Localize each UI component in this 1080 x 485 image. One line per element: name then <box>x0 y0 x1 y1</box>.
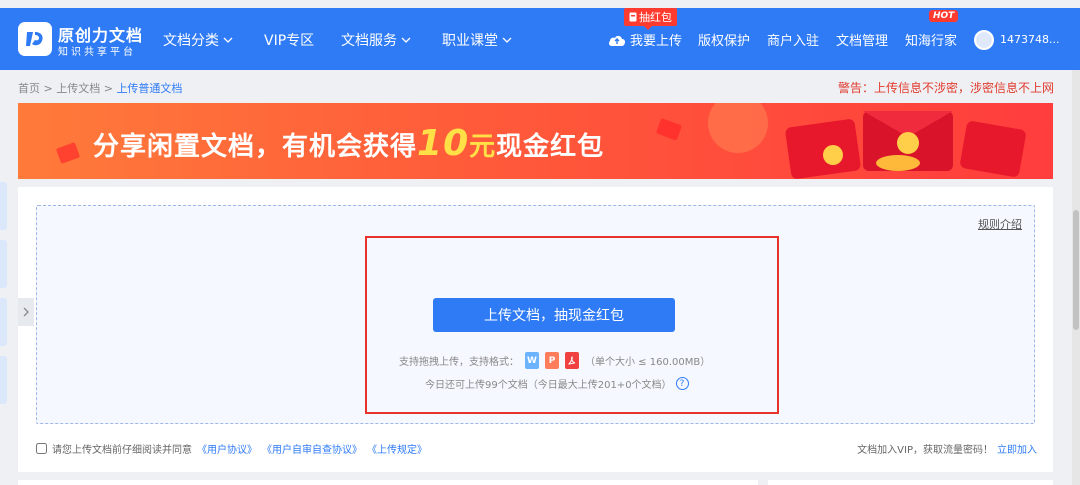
nav-label: 文档分类 <box>163 33 219 49</box>
agreement-row: 请您上传文档前仔细阅读并同意 《用户协议》 《用户自审自查协议》 《上传规定》 <box>36 441 427 456</box>
red-packet-badge: 抽红包 <box>624 8 677 30</box>
username[interactable]: 1473748... <box>1000 33 1059 46</box>
chevron-right-icon <box>23 307 29 317</box>
nav-label: 职业课堂 <box>442 33 498 49</box>
logo-icon[interactable] <box>18 22 52 56</box>
upload-nav-button[interactable]: 我要上传 <box>608 30 682 49</box>
cloud-upload-icon <box>608 35 626 46</box>
upload-document-button[interactable]: 上传文档，抽现金红包 <box>433 298 675 332</box>
nav-item-merchant[interactable]: 商户入驻 <box>767 30 819 49</box>
help-icon[interactable]: ? <box>675 377 689 390</box>
promo-banner[interactable]: 分享闲置文档，有机会获得10元现金红包 <box>18 103 1053 179</box>
side-tab[interactable] <box>0 182 7 230</box>
formats-prefix: 支持拖拽上传，支持格式： <box>399 357 519 368</box>
hot-badge: HOT <box>929 10 959 22</box>
nav-label: 版权保护 <box>698 34 751 49</box>
nav-item-doc-category[interactable]: 文档分类 <box>163 30 233 50</box>
ppt-icon: P <box>545 352 559 369</box>
nav-label: 商户入驻 <box>767 34 820 49</box>
scrollbar-thumb[interactable] <box>1073 210 1079 330</box>
banner-unit: 元 <box>469 132 497 162</box>
upload-nav-label: 我要上传 <box>630 34 683 49</box>
banner-headline: 分享闲置文档，有机会获得10元现金红包 <box>93 123 604 164</box>
nav-item-copyright[interactable]: 版权保护 <box>698 30 750 49</box>
banner-amount: 10 <box>417 123 470 164</box>
nav-item-career-class[interactable]: 职业课堂 <box>442 30 512 50</box>
red-packet-icon <box>629 12 637 22</box>
breadcrumb-current: 上传普通文档 <box>116 82 183 95</box>
nav-label: 文档管理 <box>836 34 889 49</box>
breadcrumb-separator: > <box>43 82 53 95</box>
join-vip-link[interactable]: 立即加入 <box>997 445 1037 456</box>
rules-link[interactable]: 规则介绍 <box>978 216 1022 232</box>
side-tab[interactable] <box>0 240 7 288</box>
vip-note: 文档加入VIP，获取流量密码！ 立即加入 <box>857 441 1037 456</box>
chevron-down-icon <box>401 37 411 43</box>
today-quota-text: 今日还可上传99个文档（今日最大上传201+0个文档） <box>425 380 672 391</box>
breadcrumb-upload[interactable]: 上传文档 <box>56 82 100 95</box>
security-warning: 警告：上传信息不涉密，涉密信息不上网 <box>837 81 1054 95</box>
upload-rules-link[interactable]: 《上传规定》 <box>367 441 427 456</box>
avatar[interactable] <box>974 30 994 50</box>
agreement-text: 请您上传文档前仔细阅读并同意 <box>52 445 192 456</box>
breadcrumb-home[interactable]: 首页 <box>18 82 40 95</box>
pdf-icon <box>565 352 579 369</box>
scrollbar[interactable] <box>1072 70 1080 485</box>
chevron-down-icon <box>223 37 233 43</box>
side-tab[interactable] <box>0 298 7 346</box>
breadcrumb: 首页 > 上传文档 > 上传普通文档 <box>18 80 182 96</box>
word-icon: W <box>525 352 539 369</box>
bottom-card <box>768 480 1053 485</box>
breadcrumb-separator: > <box>103 82 113 95</box>
nav-item-doc-service[interactable]: 文档服务 <box>341 30 411 50</box>
sidebar-expand-button[interactable] <box>18 298 34 326</box>
banner-text-suffix: 现金红包 <box>496 132 605 162</box>
self-review-agreement-link[interactable]: 《用户自审自查协议》 <box>262 441 362 456</box>
banner-text-prefix: 分享闲置文档，有机会获得 <box>93 132 418 162</box>
brand-subtitle: 知识共享平台 <box>58 47 136 58</box>
vip-note-text: 文档加入VIP，获取流量密码！ <box>857 445 993 456</box>
red-packet-badge-label: 抽红包 <box>639 11 672 24</box>
size-limit: （单个大小 ≤ 160.00MB） <box>585 357 711 368</box>
nav-item-vip[interactable]: VIP专区 <box>264 30 314 50</box>
nav-item-doc-manage[interactable]: 文档管理 <box>836 30 888 49</box>
bottom-card <box>18 480 758 485</box>
side-tab[interactable] <box>0 356 7 404</box>
supported-formats: 支持拖拽上传，支持格式： W P （单个大小 ≤ 160.00MB） <box>399 352 710 369</box>
nav-label: VIP专区 <box>264 33 315 49</box>
nav-label: 知海行家 <box>905 34 958 49</box>
upload-dropzone[interactable]: 规则介绍 上传文档，抽现金红包 支持拖拽上传，支持格式： W P （单个大小 ≤… <box>36 205 1035 424</box>
chevron-down-icon <box>502 37 512 43</box>
upload-card: 规则介绍 上传文档，抽现金红包 支持拖拽上传，支持格式： W P （单个大小 ≤… <box>18 187 1053 472</box>
agreement-checkbox[interactable] <box>36 443 47 454</box>
nav-item-expert[interactable]: 知海行家 <box>905 30 957 49</box>
user-agreement-link[interactable]: 《用户协议》 <box>197 441 257 456</box>
nav-label: 文档服务 <box>341 33 397 49</box>
today-quota: 今日还可上传99个文档（今日最大上传201+0个文档） ? <box>425 376 689 391</box>
top-navbar: 原创力文档 知识共享平台 文档分类 VIP专区 文档服务 职业课堂 我要上传 版… <box>0 8 1080 70</box>
